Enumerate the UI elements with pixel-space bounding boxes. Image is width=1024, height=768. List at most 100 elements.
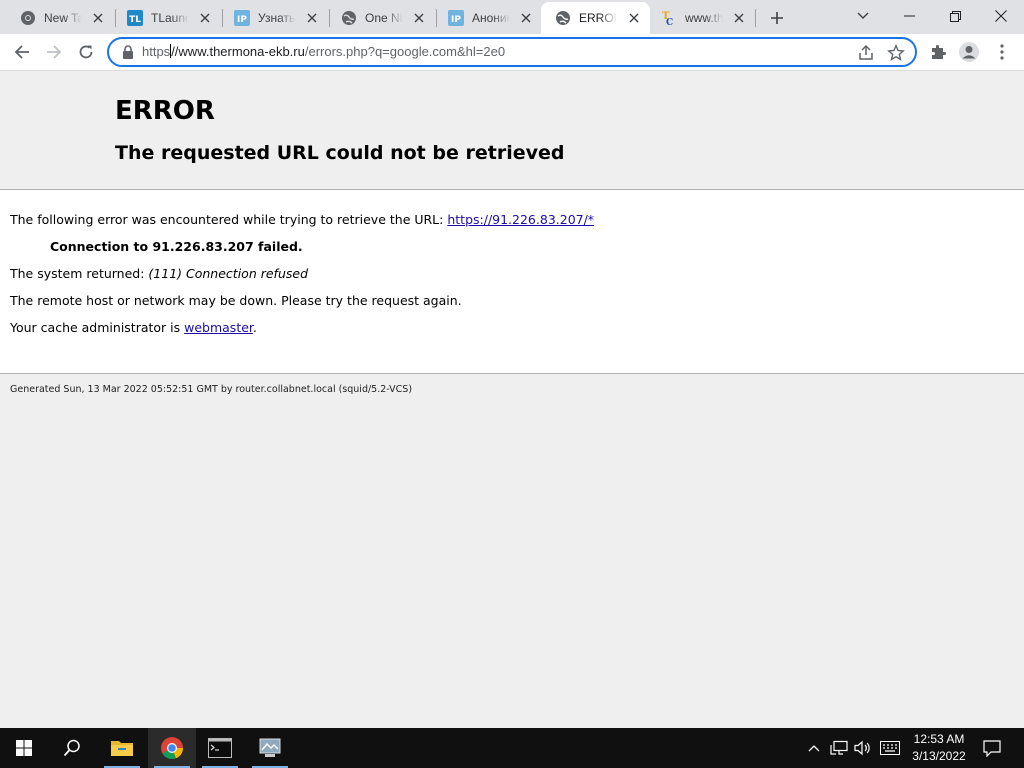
search-icon xyxy=(63,739,80,757)
show-hidden-icons-button[interactable] xyxy=(804,728,824,768)
page-title: ERROR xyxy=(115,96,215,126)
thermona-icon: TC xyxy=(661,10,677,26)
page-subtitle: The requested URL could not be retrieved xyxy=(115,142,565,164)
url-text: https//www.thermona-ekb.ru/errors.php?q=… xyxy=(142,44,505,59)
globe-icon xyxy=(341,10,357,26)
clock-date: 3/13/2022 xyxy=(912,749,966,763)
taskbar-chrome[interactable] xyxy=(148,728,196,768)
remote-host-text: The remote host or network may be down. … xyxy=(10,293,462,308)
menu-button[interactable] xyxy=(991,41,1013,63)
svg-text:IP: IP xyxy=(451,15,461,25)
browser-toolbar: https//www.thermona-ekb.ru/errors.php?q=… xyxy=(0,34,1024,71)
close-icon[interactable] xyxy=(304,10,320,26)
action-center-button[interactable] xyxy=(980,728,1004,768)
page-content: ERROR The requested URL could not be ret… xyxy=(0,72,1024,728)
notification-icon xyxy=(983,739,1001,757)
cache-admin: Your cache administrator is webmaster. xyxy=(10,320,257,335)
avatar-icon xyxy=(959,42,979,62)
taskbar-network-app[interactable] xyxy=(246,728,294,768)
restore-icon xyxy=(949,10,961,22)
extensions-button[interactable] xyxy=(927,41,949,63)
svg-text:IP: IP xyxy=(237,15,247,25)
minimize-button[interactable] xyxy=(886,0,932,32)
close-icon[interactable] xyxy=(90,10,106,26)
ip-icon: IP xyxy=(234,10,250,26)
system-returned-label: The system returned: xyxy=(10,266,149,281)
globe-icon xyxy=(555,10,571,26)
close-icon xyxy=(995,10,1007,22)
minimize-icon xyxy=(903,15,915,17)
command-prompt-icon xyxy=(208,738,232,758)
share-icon[interactable] xyxy=(857,44,875,62)
search-button[interactable] xyxy=(48,728,96,768)
requested-url-link[interactable]: https://91.226.83.207/* xyxy=(447,212,594,227)
new-tab-button[interactable] xyxy=(765,6,789,30)
chevron-up-icon xyxy=(808,745,820,752)
tab-title: www.the xyxy=(685,11,723,25)
generated-footer: Generated Sun, 13 Mar 2022 05:52:51 GMT … xyxy=(10,384,413,395)
tab-separator xyxy=(755,9,756,27)
error-body: The following error was encountered whil… xyxy=(0,190,1024,374)
file-explorer-icon xyxy=(111,741,133,756)
close-icon[interactable] xyxy=(626,10,642,26)
tab-title: New Tab xyxy=(44,11,82,25)
system-returned: The system returned: (111) Connection re… xyxy=(10,266,308,281)
restore-button[interactable] xyxy=(932,0,978,32)
error-header: ERROR The requested URL could not be ret… xyxy=(0,72,1024,190)
close-icon[interactable] xyxy=(411,10,427,26)
svg-text:TL: TL xyxy=(129,15,141,25)
bookmark-star-icon[interactable] xyxy=(887,44,905,62)
tab-uznat-ip[interactable]: IP Узнать IP xyxy=(214,2,328,34)
address-bar[interactable]: https//www.thermona-ekb.ru/errors.php?q=… xyxy=(107,37,917,67)
close-icon[interactable] xyxy=(518,10,534,26)
cache-admin-text: Your cache administrator is xyxy=(10,320,185,335)
tab-anonymizer[interactable]: IP Анонимайзер xyxy=(428,2,542,34)
reload-button[interactable] xyxy=(72,38,100,66)
start-button[interactable] xyxy=(0,728,48,768)
system-returned-value: (111) Connection refused xyxy=(148,266,308,281)
network-app-icon xyxy=(259,738,281,757)
puzzle-icon xyxy=(932,45,946,59)
keyboard-tray-button[interactable] xyxy=(878,728,902,768)
close-icon[interactable] xyxy=(197,10,213,26)
network-tray-button[interactable] xyxy=(828,728,850,768)
tab-new-tab[interactable]: New Tab xyxy=(0,2,114,34)
tab-one-night[interactable]: One Night xyxy=(321,2,435,34)
back-button[interactable] xyxy=(8,38,36,66)
tab-thermona[interactable]: TC www.the xyxy=(641,2,755,34)
chevron-down-icon xyxy=(857,12,869,19)
url-slashes: //www.thermona-ekb.ru xyxy=(171,44,305,59)
close-icon[interactable] xyxy=(731,10,747,26)
arrow-right-icon xyxy=(47,45,62,59)
ip-icon: IP xyxy=(448,10,464,26)
forward-button[interactable] xyxy=(40,38,68,66)
volume-tray-button[interactable] xyxy=(852,728,874,768)
tab-tlauncher[interactable]: TL TLauncher xyxy=(107,2,221,34)
taskbar-file-explorer[interactable] xyxy=(98,728,146,768)
tab-title: TLauncher xyxy=(151,11,189,25)
tab-search-button[interactable] xyxy=(840,0,886,32)
plus-icon xyxy=(771,12,783,24)
profile-button[interactable] xyxy=(958,41,980,63)
arrow-left-icon xyxy=(14,45,29,59)
windows-taskbar: 12:53 AM 3/13/2022 xyxy=(0,728,1024,768)
url-path: /errors.php?q=google.com&hl=2e0 xyxy=(304,44,506,59)
taskbar-command-prompt[interactable] xyxy=(196,728,244,768)
webmaster-link[interactable]: webmaster xyxy=(184,320,253,335)
clock-time: 12:53 AM xyxy=(913,732,965,746)
network-wired-icon xyxy=(830,740,848,755)
chrome-icon xyxy=(161,737,184,760)
speaker-icon xyxy=(854,740,870,756)
lock-icon[interactable] xyxy=(121,45,135,59)
keyboard-icon xyxy=(880,741,900,755)
close-window-button[interactable] xyxy=(978,0,1024,32)
tab-title: ERROR xyxy=(579,11,617,25)
tlauncher-icon: TL xyxy=(127,10,143,26)
url-scheme: https xyxy=(142,44,171,59)
tab-title: Узнать IP xyxy=(258,11,296,25)
svg-text:C: C xyxy=(666,18,673,26)
tab-error[interactable]: ERROR xyxy=(541,2,650,34)
reload-icon xyxy=(79,45,93,59)
taskbar-clock[interactable]: 12:53 AM 3/13/2022 xyxy=(904,731,974,765)
cache-admin-suffix: . xyxy=(252,320,257,335)
